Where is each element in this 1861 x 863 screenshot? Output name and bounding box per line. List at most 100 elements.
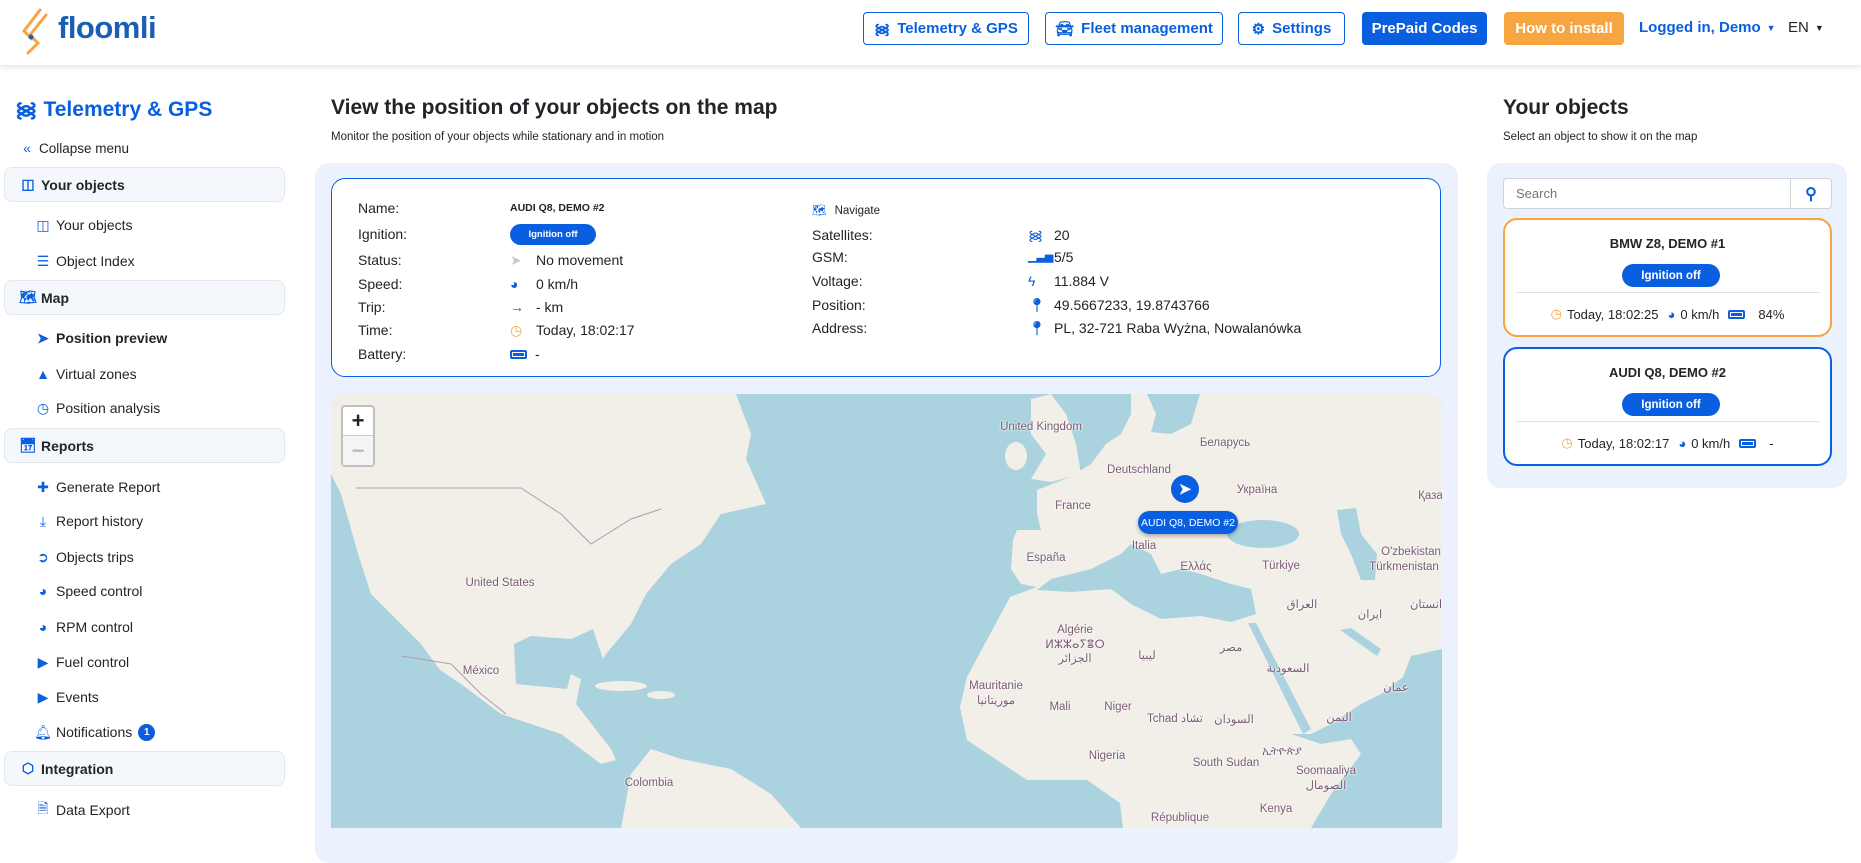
object-speed: 0 km/h (1680, 306, 1720, 322)
clock-icon: ◷ (1550, 306, 1562, 321)
collapse-menu-button[interactable]: « Collapse menu (20, 140, 129, 156)
page-title: View the position of your objects on the… (331, 96, 778, 119)
gears-icon: ⚙ (1251, 20, 1266, 38)
time-label: Time: (358, 322, 393, 338)
map-place-label: Қазақ (1418, 490, 1442, 502)
sidebar-section-reports[interactable]: 📅︎ Reports (4, 428, 285, 463)
sidebar-item-events[interactable]: ▶ Events (36, 687, 99, 707)
trip-label: Trip: (358, 299, 386, 315)
sidebar-item-objects-trips[interactable]: ➲ Objects trips (36, 547, 134, 567)
map-place-label: South Sudan (1192, 757, 1260, 769)
sidebar-item-virtual-zones[interactable]: ▲ Virtual zones (36, 364, 137, 384)
speed-value: 0 km/h (536, 276, 579, 292)
sidebar-item-rpm-control[interactable]: ◕ RPM control (36, 617, 133, 637)
sidebar-item-speed-control[interactable]: ◕ Speed control (36, 581, 143, 601)
address-label: Address: (812, 320, 868, 336)
gsm-value: 5/5 (1054, 249, 1074, 265)
vehicle-marker-icon[interactable]: ➤ (1171, 475, 1199, 503)
map-place-label: موريتانيا (976, 695, 1016, 707)
gsm-label: GSM: (812, 249, 848, 265)
zoom-control: + − (341, 405, 375, 467)
wifi-icon: ᯼ (1028, 227, 1043, 243)
play-circle-icon: ▶ (37, 653, 49, 670)
search-input[interactable] (1504, 179, 1791, 208)
sidebar-item-object-index[interactable]: ☰ Object Index (36, 251, 135, 271)
file-icon: 🗎 (37, 800, 49, 816)
time-value: Today, 18:02:17 (536, 322, 635, 338)
map-place-label: México (462, 665, 500, 677)
map-place-label: ኢትዮጵያ (1262, 745, 1302, 758)
status-label: Status: (358, 252, 402, 268)
object-card-audi[interactable]: AUDI Q8, DEMO #2 Ignition off ◷ Today, 18… (1503, 347, 1832, 466)
sidebar-item-your-objects[interactable]: ◫ Your objects (36, 215, 132, 235)
map-place-label: France (1055, 500, 1091, 512)
map-place-label: Italia (1131, 540, 1157, 552)
floomli-logo-icon (22, 8, 48, 55)
logo[interactable]: floomli (58, 10, 157, 46)
how-to-install-button[interactable]: How to install (1504, 12, 1624, 45)
nav-label: Fleet management (1081, 20, 1213, 37)
sidebar-title-text: Telemetry & GPS (43, 98, 213, 121)
language-select[interactable]: EN ▼ (1788, 19, 1824, 36)
nav-fleet-button[interactable]: 🚘︎ Fleet management (1045, 12, 1223, 45)
voltage-value: 11.884 V (1054, 273, 1110, 289)
language-label: EN (1788, 19, 1809, 36)
landmass-hispaniola (647, 691, 675, 699)
collapse-label: Collapse menu (39, 140, 130, 156)
object-name: AUDI Q8, DEMO #2 (1608, 365, 1727, 380)
trip-value: - km (536, 299, 564, 315)
navigate-label: Navigate (834, 205, 880, 217)
landmass-uk (1031, 394, 1081, 482)
car-icon: 🚘︎ (1055, 20, 1075, 38)
gauge-icon: ◕ (510, 276, 519, 292)
sidebar-section-map[interactable]: 🗺︎ Map (4, 280, 285, 315)
sidebar-item-position-analysis[interactable]: ◷ Position analysis (36, 398, 160, 418)
nav-telemetry-button[interactable]: ᯼ Telemetry & GPS (863, 12, 1029, 45)
ignition-label: Ignition: (358, 226, 408, 242)
nav-label: Settings (1272, 20, 1332, 37)
section-label: Your objects (41, 176, 125, 193)
zoom-in-button[interactable]: + (343, 407, 373, 436)
clock-icon: ◷ (1561, 435, 1573, 450)
bolt-icon: ϟ (1028, 273, 1036, 289)
map-place-label: السودان (1214, 714, 1254, 726)
sidebar-item-notifications[interactable]: 🔔︎ Notifications 1 (34, 722, 156, 742)
map-place-label: ليبيا (1138, 650, 1156, 662)
objects-subtitle: Select an object to show it on the map (1503, 131, 1698, 143)
map-place-label: O'zbekistan (1381, 546, 1441, 558)
sidebar-item-data-export[interactable]: 🗎 Data Export (36, 800, 130, 820)
sidebar-item-report-history[interactable]: ⤓ Report history (36, 511, 143, 531)
sidebar-item-fuel-control[interactable]: ▶ Fuel control (36, 652, 130, 672)
search-button[interactable]: ⚲ (1790, 179, 1831, 208)
nav-settings-button[interactable]: ⚙ Settings (1238, 12, 1345, 45)
map-view[interactable]: United Kingdom Беларусь Deutschland Україна… (331, 394, 1442, 828)
vehicle-marker-label[interactable]: AUDI Q8, DEMO #2 (1138, 511, 1238, 534)
sidebar-item-generate-report[interactable]: ✚ Generate Report (36, 477, 160, 497)
sidebar-item-position-preview[interactable]: ➤ Position preview (36, 328, 167, 348)
map-place-label: United Kingdom (1000, 421, 1082, 433)
sidebar-section-integration[interactable]: ⬡ Integration (4, 751, 285, 786)
battery-icon (1728, 309, 1746, 319)
clock-icon: ◷ (36, 399, 50, 416)
map-place-label: Tchad تشاد (1147, 713, 1203, 725)
map-place-label: République (1150, 812, 1210, 824)
zoom-out-button[interactable]: − (343, 436, 373, 465)
map-place-label: العراق (1286, 599, 1318, 611)
user-menu[interactable]: Logged in, Demo ▼ (1639, 19, 1776, 36)
satellites-value: 20 (1054, 227, 1070, 243)
object-time: Today, 18:02:25 (1566, 306, 1659, 322)
map-place-label: United States (465, 577, 535, 589)
sidebar-section-your-objects[interactable]: ◫ Your objects (4, 167, 285, 202)
object-card-bmw[interactable]: BMW Z8, DEMO #1 Ignition off ◷ Today, 18:… (1503, 218, 1832, 337)
map-pin-icon: 📍︎ (1028, 297, 1046, 313)
section-label: Integration (41, 760, 114, 777)
item-label: Object Index (56, 253, 135, 269)
gauge-icon: ◕ (1667, 306, 1676, 322)
navigate-link[interactable]: 🗺︎ Navigate (812, 202, 880, 220)
battery-label: Battery: (358, 346, 407, 362)
caret-down-icon: ▼ (1814, 22, 1824, 33)
prepaid-codes-button[interactable]: PrePaid Codes (1362, 12, 1487, 45)
columns-icon: ◫ (21, 176, 35, 192)
battery-icon (510, 349, 527, 359)
object-speed: 0 km/h (1691, 435, 1731, 451)
